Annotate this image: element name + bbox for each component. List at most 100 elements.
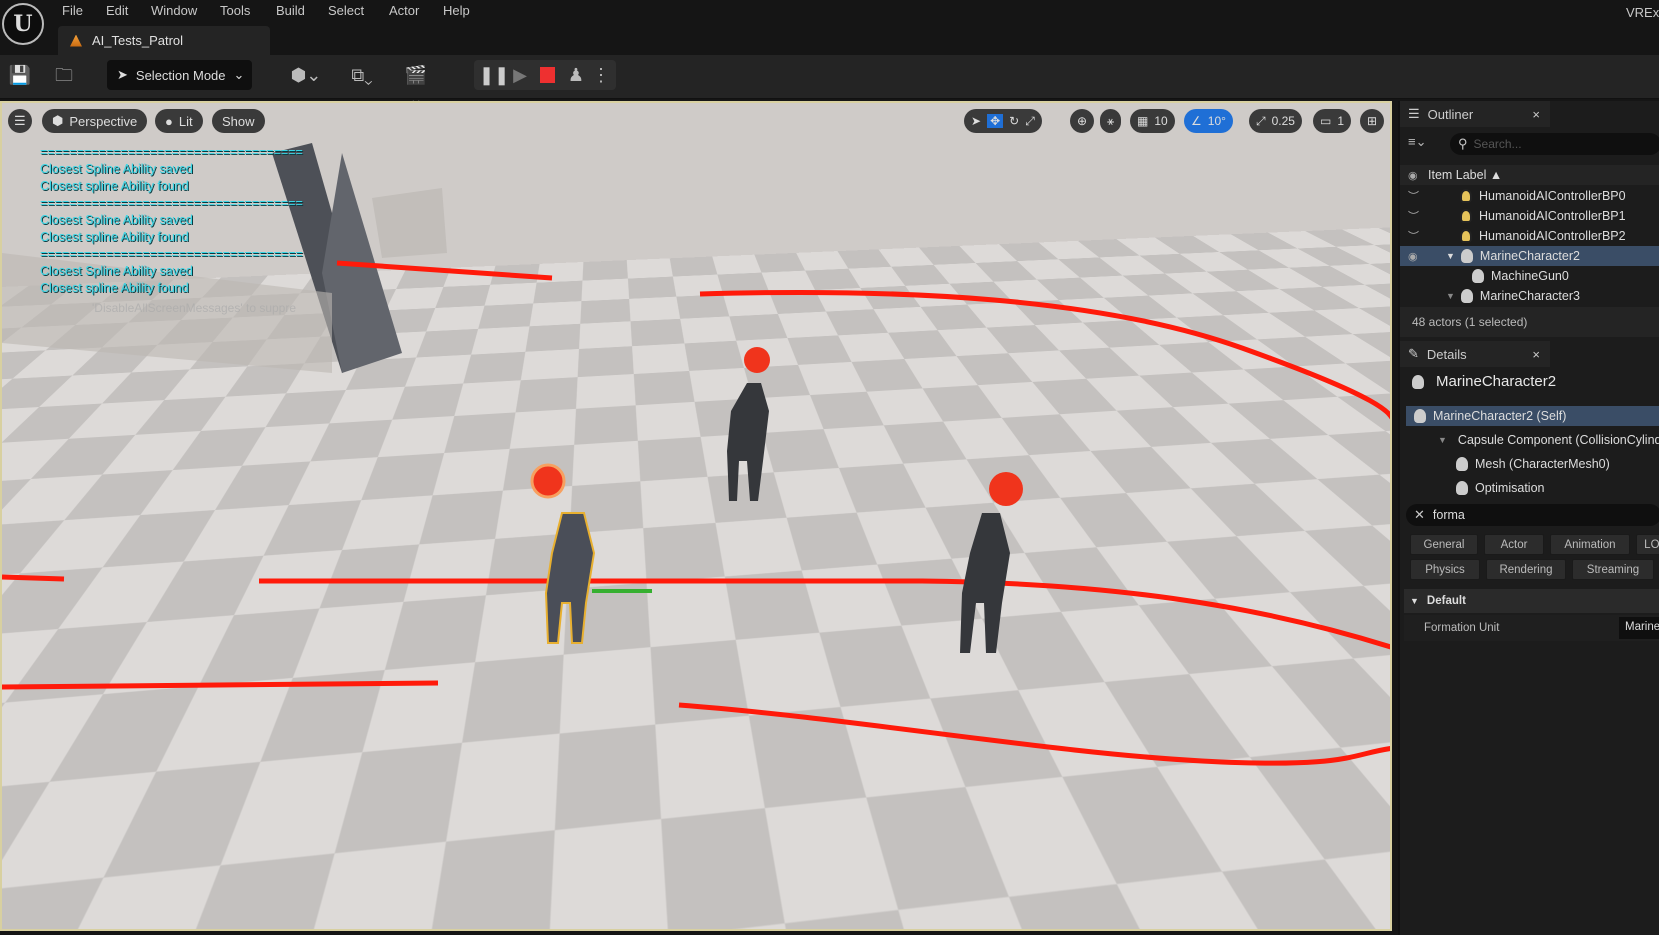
marine-characters bbox=[544, 383, 1010, 653]
outliner-row[interactable]: ▼ MarineCharacter3 bbox=[1400, 286, 1659, 306]
details-search-input[interactable]: ✕ forma bbox=[1406, 504, 1659, 526]
ai-orb bbox=[989, 472, 1023, 506]
more-icon[interactable]: ⋮ bbox=[592, 63, 610, 87]
possess-icon[interactable]: ♟ bbox=[564, 63, 588, 87]
weapon-icon bbox=[1472, 269, 1484, 283]
grid-snap-value: 10 bbox=[1154, 114, 1168, 128]
menu-file[interactable]: File bbox=[62, 3, 83, 18]
character-icon bbox=[1414, 409, 1426, 423]
scale-tool-icon[interactable]: ⤢ bbox=[1025, 114, 1035, 129]
ai-orbs bbox=[530, 347, 1023, 506]
menu-build[interactable]: Build bbox=[276, 3, 305, 18]
filter-general[interactable]: General bbox=[1410, 534, 1478, 555]
sphere-icon: ● bbox=[165, 113, 173, 129]
search-value: forma bbox=[1432, 508, 1465, 522]
step-icon[interactable]: ▶ bbox=[508, 63, 532, 87]
rotate-tool-icon[interactable]: ↻ bbox=[1009, 114, 1019, 128]
component-row-self[interactable]: MarineCharacter2 (Self) bbox=[1406, 406, 1659, 426]
outliner-row[interactable]: ︶ HumanoidAIControllerBP1 bbox=[1400, 206, 1659, 226]
section-default[interactable]: ▼ Default bbox=[1404, 589, 1659, 613]
menu-help[interactable]: Help bbox=[443, 3, 470, 18]
filter-lod[interactable]: LOD bbox=[1636, 534, 1659, 555]
close-icon[interactable]: × bbox=[1532, 347, 1540, 362]
debug-message: Closest spline Ability found bbox=[40, 281, 189, 295]
select-tool-icon[interactable]: ➤ bbox=[971, 114, 981, 128]
menu-tools[interactable]: Tools bbox=[220, 3, 250, 18]
move-tool-icon[interactable]: ✥ bbox=[987, 114, 1004, 128]
camera-speed-value: 1 bbox=[1337, 114, 1345, 128]
outliner-row[interactable]: ︶ HumanoidAIControllerBP0 bbox=[1400, 186, 1659, 206]
clear-search-icon[interactable]: ✕ bbox=[1414, 507, 1425, 523]
collapse-arrow-icon: ▼ bbox=[1410, 596, 1419, 606]
character-icon bbox=[1460, 249, 1473, 263]
cinematics-icon[interactable]: 🎬⌄ bbox=[398, 63, 434, 109]
search-placeholder: Search... bbox=[1473, 137, 1522, 151]
layout-button[interactable]: ⊞ bbox=[1360, 109, 1385, 133]
filter-streaming[interactable]: Streaming bbox=[1572, 559, 1654, 580]
perspective-label: Perspective bbox=[69, 113, 138, 129]
level-viewport[interactable]: ☰ ⬢ Perspective ● Lit Show ➤ ✥ ↻ ⤢ ⊕ ⚹ ▦ 10… bbox=[0, 101, 1392, 931]
selection-mode-dropdown[interactable]: ➤ Selection Mode ⌄ bbox=[107, 60, 252, 90]
character-icon bbox=[1460, 289, 1473, 303]
outliner-row[interactable]: MachineGun0 bbox=[1400, 266, 1659, 286]
save-icon[interactable]: 💾 bbox=[8, 63, 32, 87]
camera-speed-button[interactable]: ▭ 1 bbox=[1313, 109, 1352, 133]
filter-actor[interactable]: Actor bbox=[1484, 534, 1544, 555]
filter-icon[interactable]: ≡⌄ bbox=[1408, 134, 1426, 150]
surface-snap-toggle[interactable]: ⚹ bbox=[1100, 109, 1122, 133]
outliner-tab[interactable]: ☰ Outliner × bbox=[1400, 101, 1550, 127]
filter-physics[interactable]: Physics bbox=[1410, 559, 1480, 580]
marine-character bbox=[727, 383, 769, 501]
level-tab[interactable]: AI_Tests_Patrol bbox=[58, 26, 270, 55]
menu-edit[interactable]: Edit bbox=[106, 3, 128, 18]
debug-message: Closest Spline Ability saved bbox=[40, 213, 193, 227]
stop-icon[interactable] bbox=[540, 67, 555, 83]
browse-content-icon[interactable]: 🗀 bbox=[52, 63, 76, 87]
details-title: Details bbox=[1426, 346, 1467, 362]
menu-actor[interactable]: Actor bbox=[389, 3, 419, 18]
scene-overlay bbox=[2, 143, 1390, 766]
component-label: Optimisation bbox=[1475, 481, 1545, 495]
menu-window[interactable]: Window bbox=[151, 3, 197, 18]
section-label: Default bbox=[1426, 595, 1466, 607]
globe-icon: ⊕ bbox=[1077, 114, 1088, 128]
spline-line bbox=[699, 289, 1390, 420]
component-row[interactable]: Mesh (CharacterMesh0) bbox=[1400, 454, 1659, 474]
grid-snap-button[interactable]: ▦ 10 bbox=[1130, 109, 1175, 133]
outliner-row-selected[interactable]: ◉ ▼ MarineCharacter2 bbox=[1400, 246, 1659, 266]
unreal-logo[interactable]: U bbox=[2, 3, 44, 45]
expand-arrow-icon[interactable]: ▼ bbox=[1438, 435, 1447, 445]
eye-icon: ◉ bbox=[1408, 250, 1418, 263]
perspective-button[interactable]: ⬢ Perspective bbox=[42, 109, 148, 133]
pause-icon[interactable]: ❚❚ bbox=[479, 63, 509, 87]
outliner-row[interactable]: ︶ HumanoidAIControllerBP2 bbox=[1400, 226, 1659, 246]
world-local-toggle[interactable]: ⊕ bbox=[1070, 109, 1095, 133]
outliner-column-header[interactable]: ◉ Item Label ▲ bbox=[1400, 165, 1659, 185]
filter-rendering[interactable]: Rendering bbox=[1486, 559, 1566, 580]
formation-unit-dropdown[interactable]: Marine bbox=[1619, 617, 1659, 639]
filter-animation[interactable]: Animation bbox=[1550, 534, 1630, 555]
optimisation-icon bbox=[1456, 481, 1468, 495]
expand-arrow-icon[interactable]: ▼ bbox=[1446, 291, 1455, 301]
outliner-footer: 48 actors (1 selected) bbox=[1400, 307, 1659, 337]
add-actor-icon[interactable]: ⬢⌄ bbox=[288, 63, 324, 87]
show-button[interactable]: Show bbox=[212, 109, 265, 133]
lit-button[interactable]: ● Lit bbox=[155, 109, 203, 133]
menu-select[interactable]: Select bbox=[328, 3, 364, 18]
grid-icon: ▦ bbox=[1137, 114, 1149, 128]
outliner-search-input[interactable]: ⚲ Search... bbox=[1450, 133, 1659, 155]
details-tab[interactable]: ✎ Details × bbox=[1400, 341, 1550, 367]
close-icon[interactable]: × bbox=[1532, 107, 1540, 122]
blueprints-icon[interactable]: ⧉⌄ bbox=[344, 63, 380, 87]
layout-icon: ⊞ bbox=[1367, 114, 1378, 128]
rotation-snap-button[interactable]: ∠ 10° bbox=[1184, 109, 1233, 133]
component-row[interactable]: Optimisation bbox=[1400, 478, 1659, 498]
viewport-menu-button[interactable]: ☰ bbox=[8, 109, 32, 133]
transform-tools: ➤ ✥ ↻ ⤢ bbox=[964, 109, 1042, 133]
component-row[interactable]: ▼ Capsule Component (CollisionCylinder) bbox=[1400, 430, 1659, 450]
scale-snap-button[interactable]: ⤢ 0.25 bbox=[1249, 109, 1302, 133]
marine-character bbox=[960, 513, 1010, 653]
component-label: Mesh (CharacterMesh0) bbox=[1475, 457, 1610, 471]
expand-arrow-icon[interactable]: ▼ bbox=[1446, 251, 1455, 261]
actor-name: MarineCharacter2 bbox=[1436, 373, 1557, 390]
